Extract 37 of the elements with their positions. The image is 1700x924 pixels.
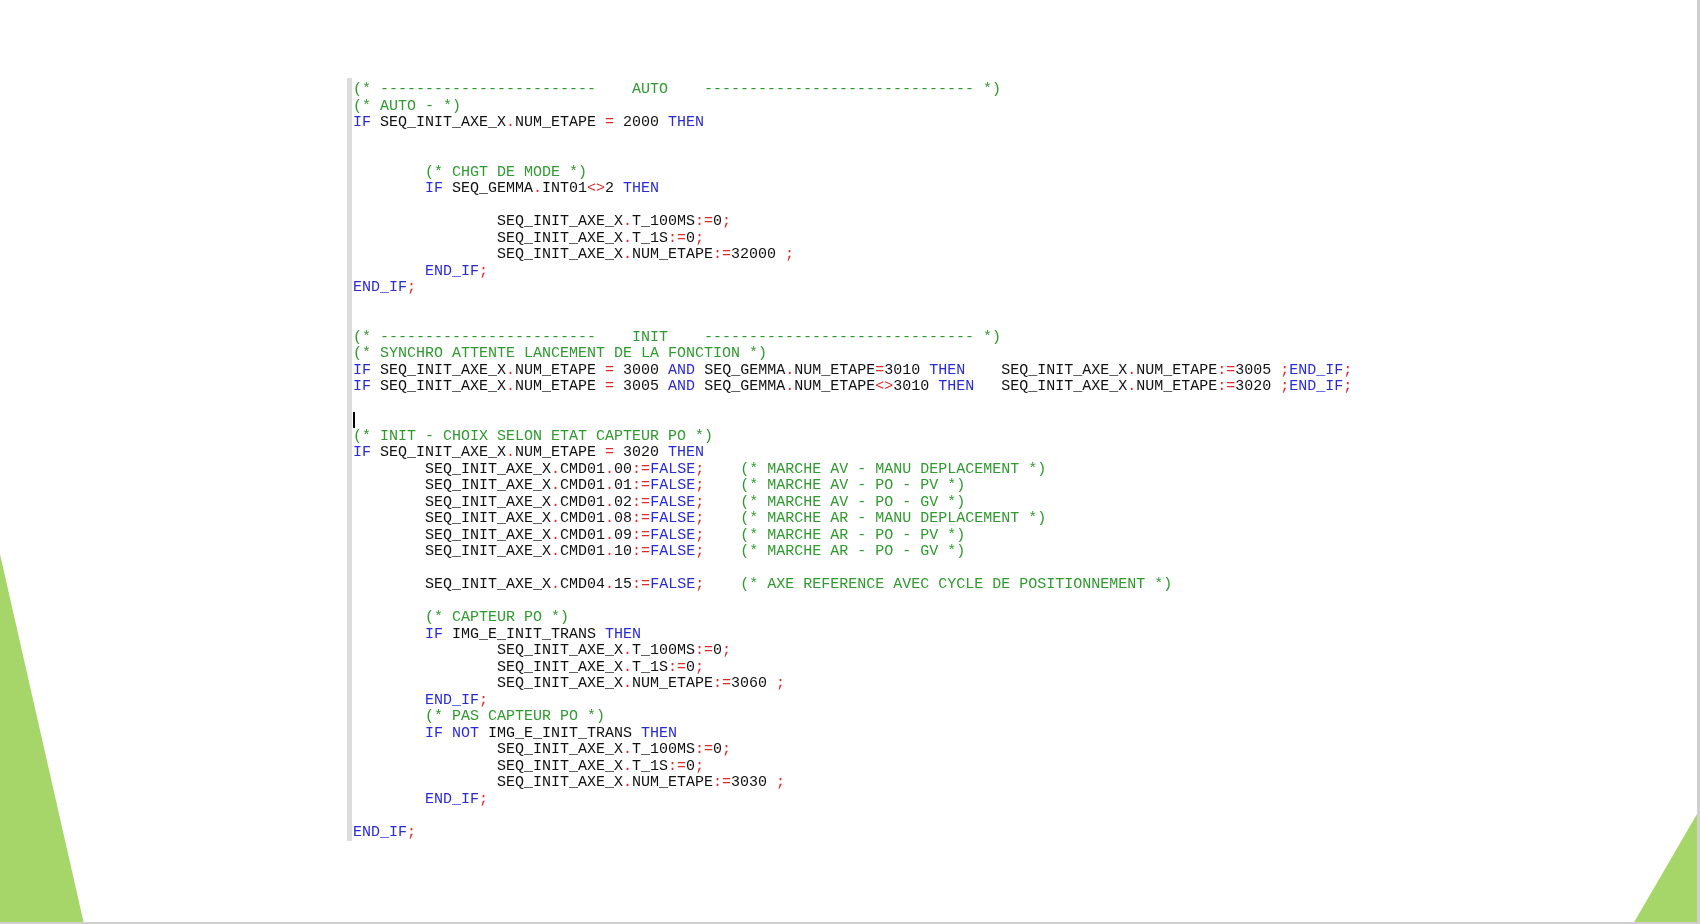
code-line: IF SEQ_INIT_AXE_X.NUM_ETAPE = 3005 AND SEQ_GEMMA.NUM_ETAPE<>3010 THEN SEQ_INIT_AXE_X.NUM_ETAPE:=3020 ;END_IF; bbox=[353, 379, 1353, 396]
code-line: (* ------------------------ INIT ------------------------------ *) bbox=[353, 329, 1002, 346]
code-line: SEQ_INIT_AXE_X.CMD01.01:=FALSE; (* MARCHE AV - PO - PV *) bbox=[424, 478, 966, 495]
code-line: END_IF; bbox=[424, 692, 489, 709]
code-line: SEQ_INIT_AXE_X.T_1S:=0; bbox=[496, 758, 705, 775]
code-line: SEQ_INIT_AXE_X.CMD01.08:=FALSE; (* MARCHE AR - MANU DEPLACEMENT *) bbox=[424, 511, 1047, 528]
code-line: IF SEQ_INIT_AXE_X.NUM_ETAPE = 2000 THEN bbox=[353, 115, 705, 132]
code-line: (* CAPTEUR PO *) bbox=[424, 610, 570, 627]
text-cursor bbox=[353, 412, 355, 428]
code-line: IF IMG_E_INIT_TRANS THEN bbox=[424, 626, 642, 643]
code-line: SEQ_INIT_AXE_X.CMD01.10:=FALSE; (* MARCHE AR - PO - GV *) bbox=[424, 544, 966, 561]
code-line: SEQ_INIT_AXE_X.T_1S:=0; bbox=[496, 230, 705, 247]
code-line: SEQ_INIT_AXE_X.NUM_ETAPE:=3060 ; bbox=[496, 676, 786, 693]
code-line: END_IF; bbox=[353, 824, 417, 841]
code-line: SEQ_INIT_AXE_X.CMD01.00:=FALSE; (* MARCHE AV - MANU DEPLACEMENT *) bbox=[424, 461, 1047, 478]
code-line: SEQ_INIT_AXE_X.CMD01.02:=FALSE; (* MARCHE AV - PO - GV *) bbox=[424, 494, 966, 511]
code-line: SEQ_INIT_AXE_X.T_1S:=0; bbox=[496, 659, 705, 676]
code-line: SEQ_INIT_AXE_X.CMD01.09:=FALSE; (* MARCHE AR - PO - PV *) bbox=[424, 527, 966, 544]
code-line: IF NOT IMG_E_INIT_TRANS THEN bbox=[424, 725, 678, 742]
code-line: (* ------------------------ AUTO ------------------------------ *) bbox=[353, 82, 1002, 99]
code-line: (* AUTO - *) bbox=[353, 98, 462, 115]
code-line: END_IF; bbox=[424, 791, 489, 808]
code-line: (* PAS CAPTEUR PO *) bbox=[424, 709, 606, 726]
code-line: SEQ_INIT_AXE_X.CMD04.15:=FALSE; (* AXE REFERENCE AVEC CYCLE DE POSITIONNEMENT *) bbox=[424, 577, 1173, 594]
code-line: SEQ_INIT_AXE_X.T_100MS:=0; bbox=[496, 643, 732, 660]
code-line: SEQ_INIT_AXE_X.T_100MS:=0; bbox=[496, 214, 732, 231]
code-line: END_IF; bbox=[353, 280, 417, 297]
code-line: SEQ_INIT_AXE_X.NUM_ETAPE:=3030 ; bbox=[496, 775, 786, 792]
code-line: (* SYNCHRO ATTENTE LANCEMENT DE LA FONCTION *) bbox=[353, 346, 768, 363]
code-line: SEQ_INIT_AXE_X.NUM_ETAPE:=32000 ; bbox=[496, 247, 795, 264]
code-line: (* CHGT DE MODE *) bbox=[424, 164, 588, 181]
code-line: IF SEQ_INIT_AXE_X.NUM_ETAPE = 3000 AND SEQ_GEMMA.NUM_ETAPE=3010 THEN SEQ_INIT_AXE_X.NUM_ETAPE:=3005 ;END_IF; bbox=[353, 362, 1353, 379]
code-line: END_IF; bbox=[424, 263, 489, 280]
code-line: (* INIT - CHOIX SELON ETAT CAPTEUR PO *) bbox=[353, 428, 714, 445]
code-line: IF SEQ_GEMMA.INT01<>2 THEN bbox=[424, 181, 660, 198]
code-line: SEQ_INIT_AXE_X.T_100MS:=0; bbox=[496, 742, 732, 759]
code-line: IF SEQ_INIT_AXE_X.NUM_ETAPE = 3020 THEN bbox=[353, 445, 705, 462]
